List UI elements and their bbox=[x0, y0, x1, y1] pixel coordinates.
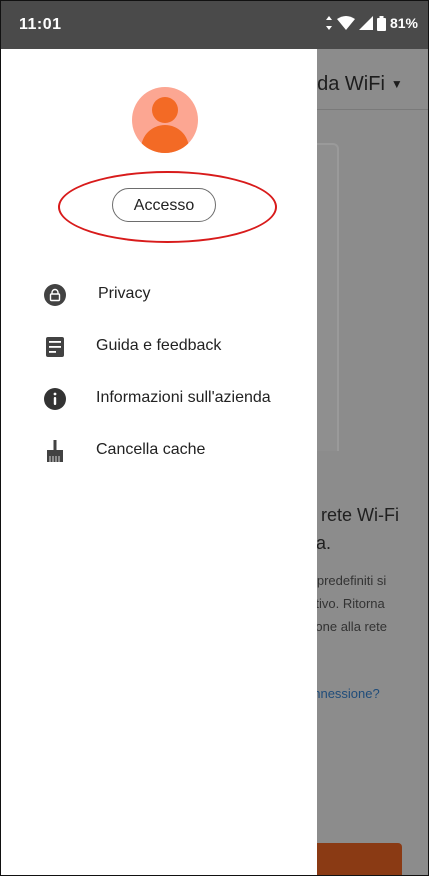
caret-down-icon: ▼ bbox=[390, 77, 403, 91]
background-headline-line: a rete Wi-Fi bbox=[306, 505, 400, 525]
login-button[interactable]: Accesso bbox=[112, 188, 216, 222]
lock-icon bbox=[44, 284, 66, 306]
status-bar: 11:01 81% bbox=[1, 1, 428, 49]
menu-item-privacy[interactable]: Privacy bbox=[1, 271, 317, 323]
clock: 11:01 bbox=[19, 16, 62, 33]
wifi-icon bbox=[336, 16, 355, 30]
background-headline: a rete Wi-Fi da. bbox=[306, 501, 399, 557]
navigation-drawer: Accesso Privacy Guida e feedback Informa… bbox=[1, 49, 317, 875]
help-feedback-icon bbox=[46, 337, 64, 357]
menu-item-label: Guida e feedback bbox=[96, 337, 222, 354]
battery-level: 81% bbox=[389, 15, 418, 31]
info-icon bbox=[44, 388, 66, 410]
menu-item-company-info[interactable]: Informazioni sull'azienda bbox=[1, 375, 317, 427]
menu-item-help-feedback[interactable]: Guida e feedback bbox=[1, 323, 317, 375]
signal-icon bbox=[358, 16, 373, 30]
background-headline-line: da. bbox=[306, 533, 332, 553]
broom-icon bbox=[47, 440, 63, 462]
background-body-line: d predefiniti si bbox=[306, 573, 387, 588]
background-body-text: d predefiniti si sitivo. Ritorna sione a… bbox=[306, 569, 387, 638]
network-dropdown-label: nda WiFi bbox=[306, 73, 385, 95]
network-dropdown: nda WiFi ▼ bbox=[306, 73, 403, 96]
status-icons: 81% bbox=[325, 15, 418, 31]
background-link: onnessione? bbox=[306, 686, 380, 701]
menu-item-label: Cancella cache bbox=[96, 441, 206, 458]
menu-item-clear-cache[interactable]: Cancella cache bbox=[1, 427, 317, 479]
person-icon bbox=[152, 97, 178, 123]
avatar[interactable] bbox=[132, 87, 198, 153]
person-icon-body bbox=[141, 125, 189, 153]
header-divider bbox=[306, 109, 428, 110]
menu-item-label: Informazioni sull'azienda bbox=[96, 389, 271, 406]
data-arrows-icon bbox=[325, 16, 332, 30]
screen: 11:01 81% nda WiFi ▼ a rete Wi-Fi da. d … bbox=[0, 0, 429, 876]
menu-item-label: Privacy bbox=[98, 285, 151, 302]
battery-icon bbox=[376, 15, 386, 31]
drawer-menu: Privacy Guida e feedback Informazioni su… bbox=[1, 271, 317, 479]
background-body-line: sitivo. Ritorna bbox=[306, 596, 385, 611]
background-body-line: sione alla rete bbox=[306, 619, 387, 634]
